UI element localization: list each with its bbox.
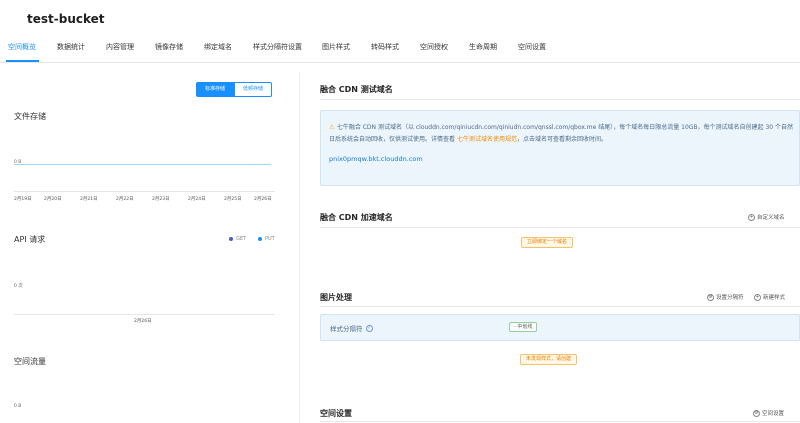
storage-x-tick: 2月21日 — [80, 197, 98, 202]
tab-bar: 空间概览 数据统计 内容管理 镜像存储 绑定域名 样式分隔符设置 图片样式 转码… — [0, 36, 800, 63]
active-tab-indicator — [6, 60, 39, 62]
storage-x-tick: 2月19日 — [14, 197, 32, 202]
test-domain-title: 融合 CDN 测试域名 — [320, 85, 393, 94]
api-x-tick: 2月26日 — [134, 319, 152, 324]
panel-divider — [299, 72, 300, 423]
tab-transcode[interactable]: 转码样式 — [371, 42, 399, 52]
new-style-label: 新建样式 — [763, 295, 786, 301]
separator-tag: - 中划线 — [509, 322, 538, 332]
storage-x-axis — [14, 191, 275, 192]
put-legend-label: PUT — [265, 236, 275, 242]
storage-x-tick: 2月20日 — [44, 197, 62, 202]
set-separator-action[interactable]: ⚙ 设置分隔符 — [707, 293, 744, 301]
file-storage-title: 文件存储 — [14, 112, 46, 121]
bucket-overview-page: test-bucket 空间概览 数据统计 内容管理 镜像存储 绑定域名 样式分… — [0, 0, 800, 423]
bind-domain-button[interactable]: 立即绑定一个域名 — [521, 237, 574, 248]
storage-x-tick: 2月23日 — [152, 197, 170, 202]
image-processing-title: 图片处理 — [320, 293, 352, 302]
style-separator-box: 样式分隔符 ? - 中划线 — [320, 314, 800, 341]
storage-x-tick: 2月24日 — [188, 197, 206, 202]
accel-domain-title: 融合 CDN 加速域名 — [320, 213, 393, 222]
space-traffic-title: 空间流量 — [14, 357, 46, 366]
storage-x-tick: 2月22日 — [116, 197, 134, 202]
api-y-label: 0 次 — [14, 284, 23, 289]
api-legend-put: PUT — [258, 236, 275, 242]
style-separator-text: 样式分隔符 — [330, 325, 363, 333]
test-domain-link[interactable]: pnix0pmqw.bkt.clouddn.com — [329, 155, 423, 163]
image-processing-divider — [320, 306, 800, 307]
storage-type-toggle: 标准存储 低频存储 — [196, 82, 273, 97]
tab-image-styles[interactable]: 图片样式 — [322, 42, 350, 52]
warning-icon: ⚠ — [329, 123, 335, 131]
tab-lifecycle[interactable]: 生命周期 — [469, 42, 497, 52]
put-legend-dot — [258, 237, 262, 241]
test-domain-notice: ⚠ 七牛融合 CDN 测试域名（以 clouddn.com/qiniucdn.co… — [320, 110, 800, 186]
get-legend-dot — [229, 237, 233, 241]
set-separator-label: 设置分隔符 — [716, 295, 744, 301]
test-domain-rules-link[interactable]: 七牛测试域名使用规范 — [457, 136, 517, 143]
notice-text-after: ，点击域名可查看剩余回收时间。 — [516, 136, 607, 143]
tab-content[interactable]: 内容管理 — [106, 42, 134, 52]
space-settings-action[interactable]: ⚙ 空间设置 — [753, 409, 784, 417]
tab-domains[interactable]: 绑定域名 — [204, 42, 232, 52]
traffic-y-label: 0 B — [14, 404, 22, 409]
bucket-name: test-bucket — [27, 12, 105, 26]
tab-mirror[interactable]: 镜像存储 — [155, 42, 183, 52]
low-freq-storage-button[interactable]: 低频存储 — [234, 82, 273, 97]
storage-x-tick: 2月26日 — [254, 197, 272, 202]
new-style-action[interactable]: + 新建样式 — [754, 293, 785, 301]
get-legend-label: GET — [236, 236, 247, 242]
api-legend-get: GET — [229, 236, 246, 242]
tab-overview[interactable]: 空间概览 — [8, 42, 36, 52]
style-separator-label: 样式分隔符 ? — [330, 323, 373, 333]
space-settings-title: 空间设置 — [320, 409, 352, 418]
plus-circle-icon: + — [748, 213, 755, 221]
custom-domain-action[interactable]: + 自定义域名 — [748, 213, 785, 221]
help-icon[interactable]: ? — [365, 324, 373, 332]
space-settings-label: 空间设置 — [762, 411, 785, 417]
gear-icon: ⚙ — [753, 409, 760, 417]
api-requests-title: API 请求 — [14, 235, 46, 244]
accel-domain-divider — [320, 227, 800, 228]
plus-circle-icon: + — [754, 293, 761, 301]
space-settings-divider — [320, 421, 800, 422]
tab-settings[interactable]: 空间设置 — [518, 42, 546, 52]
tab-authorization[interactable]: 空间授权 — [420, 42, 448, 52]
test-domain-notice-text: ⚠ 七牛融合 CDN 测试域名（以 clouddn.com/qiniucdn.co… — [329, 121, 794, 146]
api-x-axis — [14, 314, 275, 315]
create-style-button[interactable]: 未发现样式，请创建 — [520, 354, 578, 365]
standard-storage-button[interactable]: 标准存储 — [196, 82, 235, 97]
custom-domain-label: 自定义域名 — [757, 215, 785, 221]
storage-x-tick: 2月25日 — [224, 197, 242, 202]
gear-icon: ⚙ — [707, 293, 714, 301]
storage-series-line — [14, 164, 271, 165]
test-domain-divider — [320, 99, 800, 100]
tab-statistics[interactable]: 数据统计 — [57, 42, 85, 52]
tab-separator[interactable]: 样式分隔符设置 — [253, 42, 302, 52]
